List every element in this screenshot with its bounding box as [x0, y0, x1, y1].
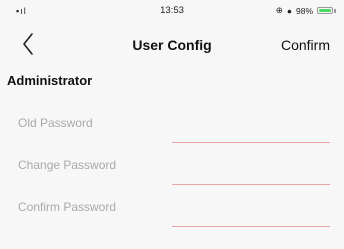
alarm-icon: ● — [286, 5, 292, 16]
old-password-row: Old Password — [0, 102, 344, 144]
status-right: ⊕ ● 98% — [276, 5, 336, 16]
confirm-button[interactable]: Confirm — [281, 37, 330, 53]
location-icon: ⊕ — [275, 5, 283, 15]
change-password-input[interactable] — [172, 154, 330, 185]
old-password-label: Old Password — [18, 116, 93, 130]
nav-bar: User Config Confirm — [0, 28, 344, 62]
battery-percent: 98% — [295, 5, 313, 16]
change-password-label: Change Password — [18, 158, 117, 172]
confirm-password-label: Confirm Password — [18, 200, 117, 214]
section-title: Administrator — [7, 73, 93, 88]
status-bar: ▪ıl 13:53 ⊕ ● 98% — [0, 0, 344, 22]
password-form: Old Password Change Password Confirm Pas… — [0, 100, 344, 249]
confirm-password-row: Confirm Password — [0, 186, 344, 228]
battery-fill — [319, 9, 331, 12]
confirm-password-input[interactable] — [172, 196, 330, 227]
change-password-row: Change Password — [0, 144, 344, 186]
battery-tip — [334, 8, 336, 13]
old-password-input[interactable] — [172, 112, 330, 143]
battery-icon — [317, 7, 333, 14]
